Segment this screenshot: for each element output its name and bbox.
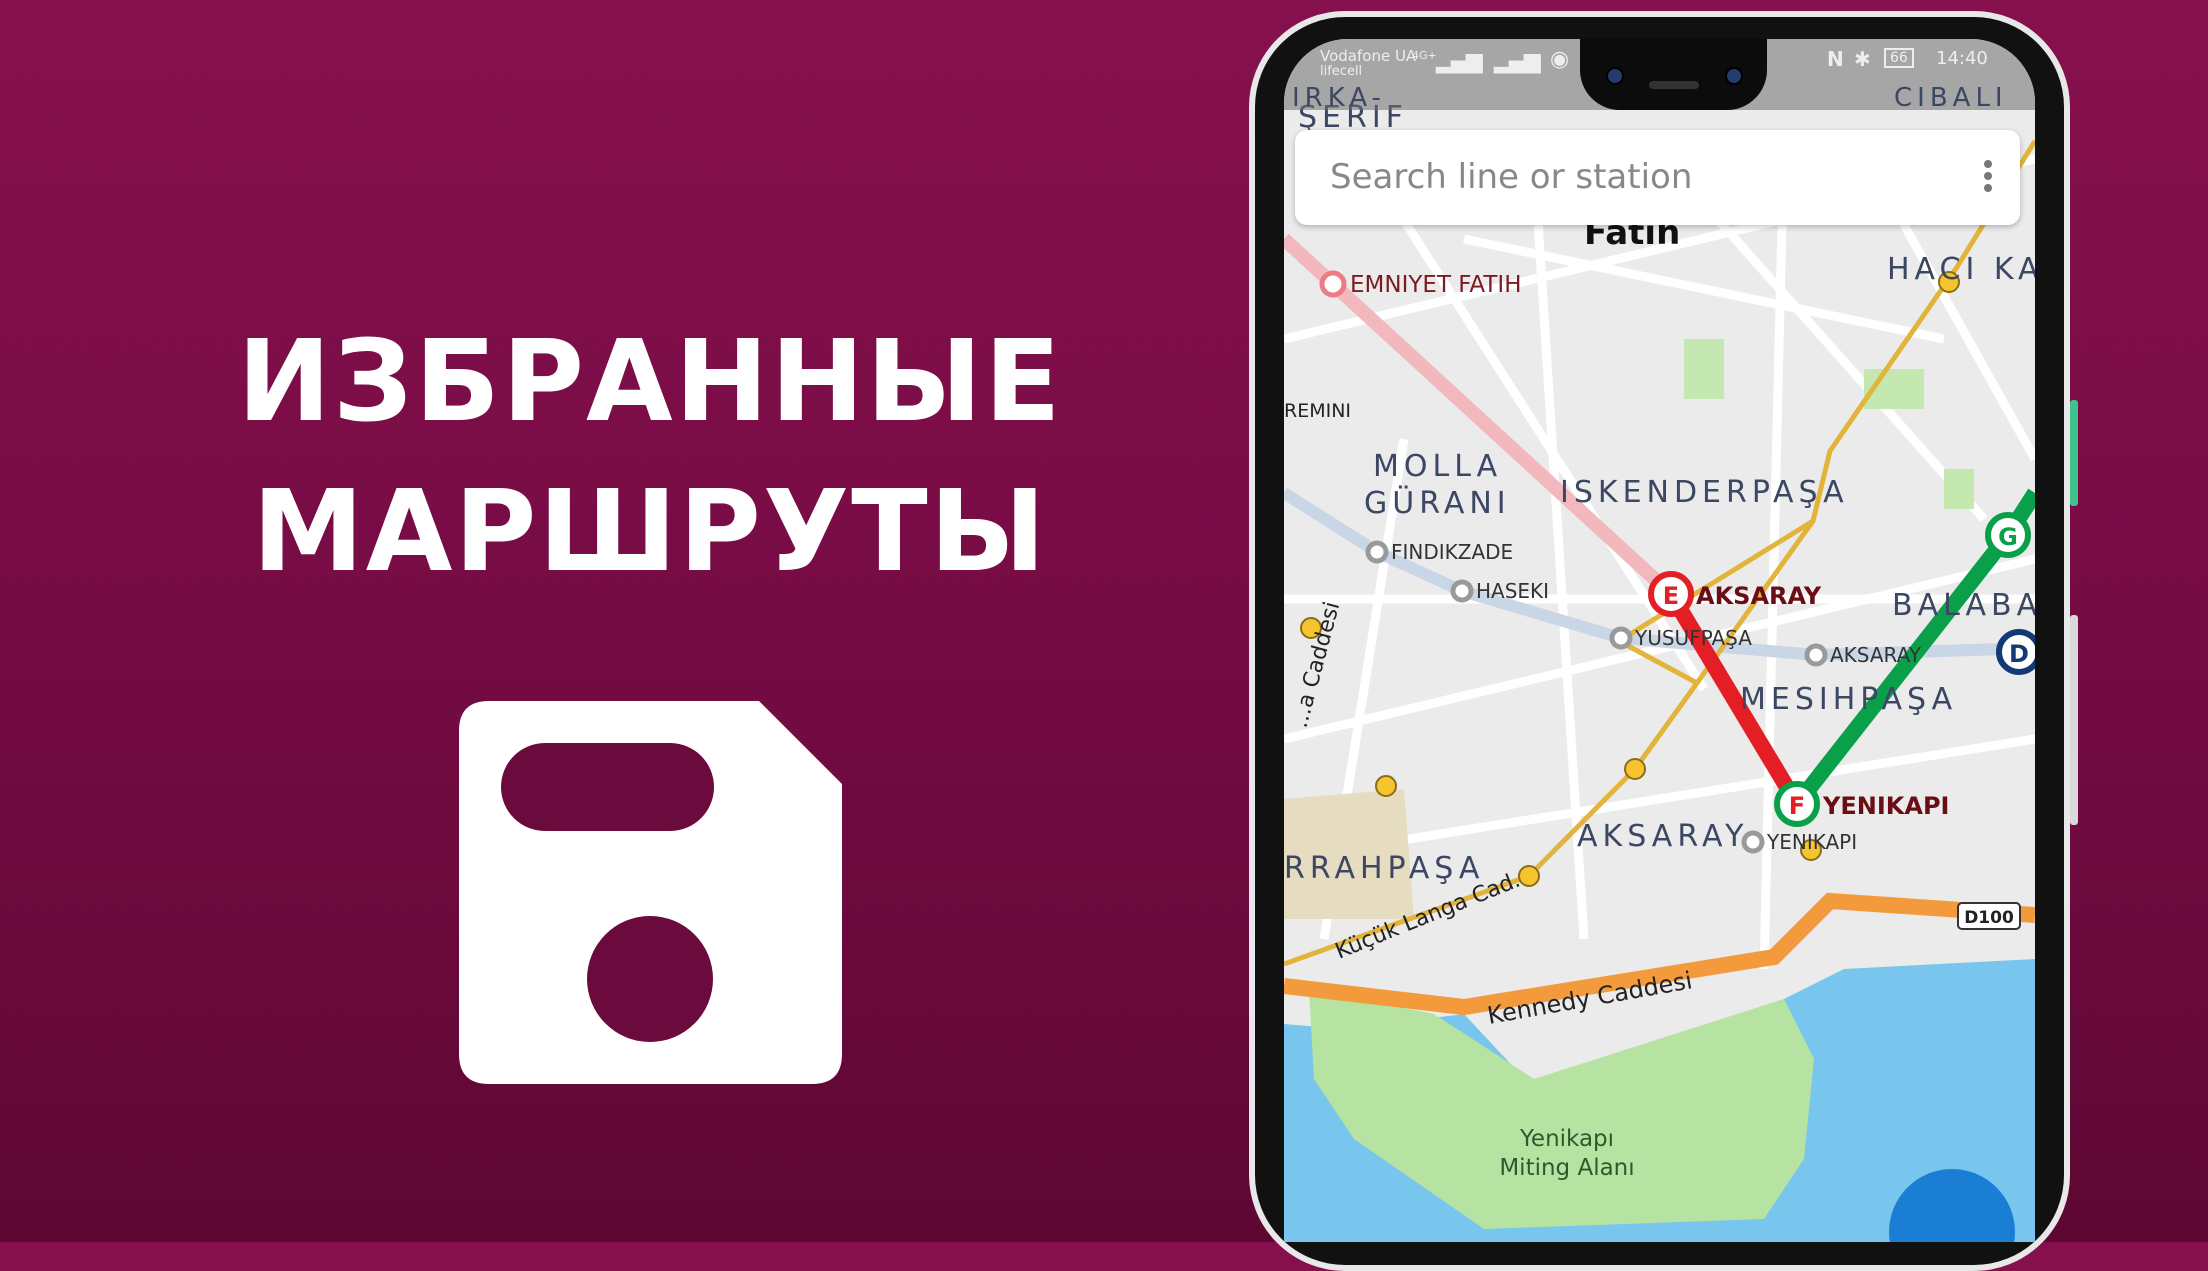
label-iskenderpasa: ISKENDERPAŞA <box>1560 475 1849 510</box>
road-shield-d100: D100 <box>1957 902 2021 930</box>
battery-icon: 66 <box>1884 48 1914 68</box>
earpiece <box>1649 81 1699 89</box>
label-miting-1: Yenikapı <box>1519 1126 1614 1152</box>
camera-notch <box>1580 39 1767 110</box>
station-badge: F <box>1789 792 1805 820</box>
bluetooth-icon: ✱ <box>1854 47 1871 71</box>
label-aksaray-district: AKSARAY <box>1577 819 1748 854</box>
signal-icon: ▂▄▆ <box>1494 49 1541 74</box>
more-vert-icon[interactable] <box>1984 160 1992 196</box>
front-sensor <box>1725 67 1743 85</box>
label-emniyet-fatih: EMNIYET FATIH <box>1350 272 1522 298</box>
nfc-icon: N <box>1827 47 1844 71</box>
label-gurani: GÜRANI <box>1364 485 1511 521</box>
carrier-2: lifecell <box>1320 64 1363 79</box>
search-input[interactable]: Search line or station <box>1330 157 1692 197</box>
label-rrahpasa: RRAHPAŞA <box>1284 851 1484 886</box>
label-remini: REMINI <box>1284 400 1351 422</box>
station-emniyet-fatih[interactable] <box>1319 270 1347 298</box>
status-bar: Vodafone UA 4G+ lifecell ▂▄▆ ▂▄▆ ◉ N ✱ 6… <box>1284 39 2035 110</box>
station-label: YENIKAPI <box>1822 792 1949 820</box>
station-d[interactable]: D <box>1996 629 2035 675</box>
floppy-save-icon <box>459 701 842 1084</box>
search-bar[interactable]: Search line or station <box>1295 130 2020 225</box>
promo-title-line2: МАРШРУТЫ <box>252 467 1048 597</box>
station-badge: G <box>1998 523 2018 551</box>
label-yenikapi-small: YENIKAPI <box>1766 830 1857 854</box>
carrier-1: Vodafone UA <box>1320 47 1417 65</box>
label-yusufpasa: YUSUFPAŞA <box>1634 626 1752 650</box>
label-molla: MOLLA <box>1373 449 1502 484</box>
station-badge: E <box>1663 582 1679 610</box>
network-type: 4G+ <box>1412 49 1437 62</box>
label-findikzade: FINDIKZADE <box>1391 540 1513 564</box>
label-balaba: BALABA <box>1892 588 2035 623</box>
label-haci: HACI KA <box>1887 252 2035 287</box>
label-haseki: HASEKI <box>1476 579 1549 603</box>
phone-side-button <box>2070 400 2078 506</box>
phone-side-button <box>2070 615 2078 825</box>
label-aksaray-small: AKSARAY <box>1830 643 1922 667</box>
label-d100: D100 <box>1964 908 2014 928</box>
app-screen: E AKSARAY F YENIKAPI G D EMNIYET FATIH F… <box>1284 39 2035 1242</box>
station-badge: D <box>2009 640 2029 668</box>
station-label: AKSARAY <box>1696 582 1822 610</box>
station-g[interactable]: G <box>1985 512 2031 558</box>
signal-icon: ▂▄▆ <box>1436 49 1483 74</box>
promo-title-line1: ИЗБРАННЫЕ <box>237 317 1063 447</box>
label-miting-2: Miting Alanı <box>1499 1155 1634 1181</box>
sync-icon: ◉ <box>1550 47 1570 72</box>
label-mesihpasa: MESIHPAŞA <box>1740 682 1957 717</box>
clock: 14:40 <box>1936 48 1988 69</box>
front-camera <box>1606 67 1624 85</box>
